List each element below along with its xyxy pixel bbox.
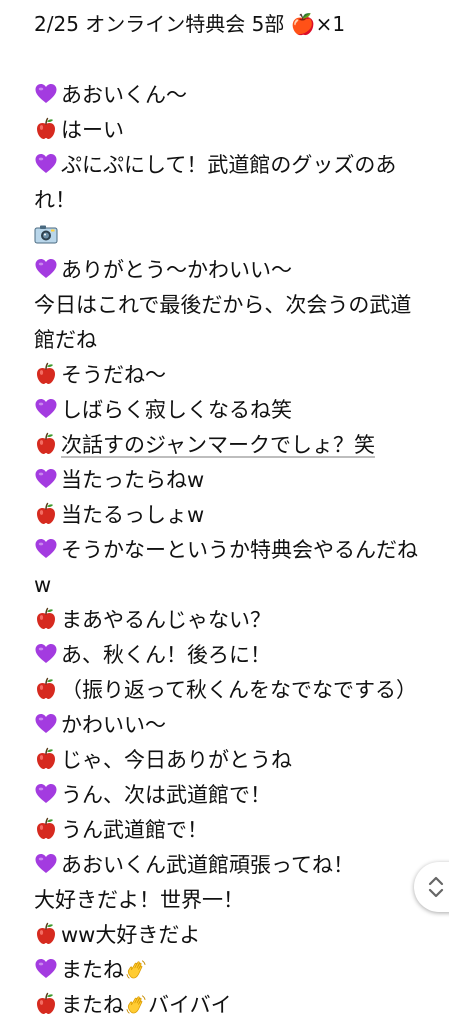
up-down-chevron-icon: [428, 876, 444, 898]
message-line: 大好きだよ！世界一！: [34, 883, 426, 918]
message-line: そうだね～: [34, 358, 426, 393]
message-text: うん武道館で！: [61, 818, 208, 842]
purple-heart-icon: [35, 784, 57, 803]
red-apple-icon: [37, 607, 55, 629]
message-list: あおいくん～ はーいぷにぷにして！武道館のグッズのあれ！ ありがとう～かわいい～ 今日…: [34, 78, 426, 1023]
red-apple-icon: [37, 502, 55, 524]
message-line: 今日はこれで最後だから、次会うの武道館だね: [34, 288, 426, 358]
purple-heart-icon: [35, 84, 57, 103]
message-line: うん、次は武道館で！: [34, 778, 426, 813]
message-line: はーい: [34, 113, 426, 148]
message-text: またね: [61, 993, 124, 1017]
purple-heart-icon: [35, 154, 57, 173]
message-text: あ、秋くん！後ろに！: [61, 643, 271, 667]
message-text: 次話すのジャンマークでしょ？笑: [61, 433, 375, 457]
message-text: かわいい～: [61, 713, 166, 737]
message-text: じゃ、今日ありがとうね: [61, 748, 292, 772]
message-line: [34, 218, 426, 253]
purple-heart-icon: [35, 399, 57, 418]
red-apple-icon: [37, 677, 55, 699]
camera-icon: [34, 225, 58, 244]
message-text: あおいくん～: [61, 83, 187, 107]
red-apple-icon: [37, 747, 55, 769]
red-apple-icon: [37, 922, 55, 944]
purple-heart-icon: [35, 644, 57, 663]
message-line: 当たるっしょw: [34, 498, 426, 533]
message-line: ありがとう～かわいい～: [34, 253, 426, 288]
message-line: あおいくん武道館頑張ってね！: [34, 848, 426, 883]
note-title: 2/25 オンライン特典会 5部 🍎×1: [34, 12, 346, 36]
message-line: しばらく寂しくなるね笑: [34, 393, 426, 428]
red-apple-icon: [37, 992, 55, 1014]
message-line: ww大好きだよ: [34, 918, 426, 953]
message-text: そうだね～: [61, 363, 166, 387]
message-text: ww大好きだよ: [61, 923, 201, 947]
message-text: ありがとう～かわいい～: [61, 258, 292, 282]
message-text: （振り返って秋くんをなでなでする）: [61, 678, 417, 702]
waving-hand-icon: [126, 995, 146, 1014]
message-text: またね: [61, 958, 124, 982]
message-text: 今日はこれで最後だから、次会うの武道館だね: [34, 293, 412, 352]
message-line: じゃ、今日ありがとうね: [34, 743, 426, 778]
purple-heart-icon: [35, 714, 57, 733]
message-line: ぷにぷにして！武道館のグッズのあれ！: [34, 148, 426, 218]
message-line: あおいくん～: [34, 78, 426, 113]
red-apple-icon: [37, 817, 55, 839]
message-text: あおいくん武道館頑張ってね！: [61, 853, 354, 877]
purple-heart-icon: [35, 539, 57, 558]
message-line: そうかなーというか特典会やるんだねw: [34, 533, 426, 603]
message-line: かわいい～: [34, 708, 426, 743]
message-text: はーい: [61, 118, 124, 142]
message-text-after: バイバイ: [148, 993, 232, 1017]
message-line: 当たったらねw: [34, 463, 426, 498]
purple-heart-icon: [35, 259, 57, 278]
message-line: まあやるんじゃない？: [34, 603, 426, 638]
message-text: 大好きだよ！世界一！: [34, 888, 244, 912]
purple-heart-icon: [35, 469, 57, 488]
red-apple-icon: [37, 432, 55, 454]
purple-heart-icon: [35, 854, 57, 873]
message-line: 次話すのジャンマークでしょ？笑: [34, 428, 426, 463]
message-line: うん武道館で！: [34, 813, 426, 848]
message-text: そうかなーというか特典会やるんだねw: [34, 538, 418, 597]
note-body: 2/25 オンライン特典会 5部 🍎×1 あおいくん～ はーいぷにぷにして！武道館…: [34, 6, 426, 1023]
message-line: （振り返って秋くんをなでなでする）: [34, 673, 426, 708]
waving-hand-icon: [126, 960, 146, 979]
message-text: ぷにぷにして！武道館のグッズのあれ！: [34, 153, 397, 212]
message-line: またね バイバイ: [34, 988, 426, 1023]
message-text: しばらく寂しくなるね笑: [61, 398, 292, 422]
message-text: 当たったらねw: [61, 468, 205, 492]
message-line: またね: [34, 953, 426, 988]
message-line: あ、秋くん！後ろに！: [34, 638, 426, 673]
red-apple-icon: [37, 117, 55, 139]
message-text: 当たるっしょw: [61, 503, 205, 527]
message-text: まあやるんじゃない？: [61, 608, 271, 632]
purple-heart-icon: [35, 959, 57, 978]
message-text: うん、次は武道館で！: [61, 783, 271, 807]
red-apple-icon: [37, 362, 55, 384]
